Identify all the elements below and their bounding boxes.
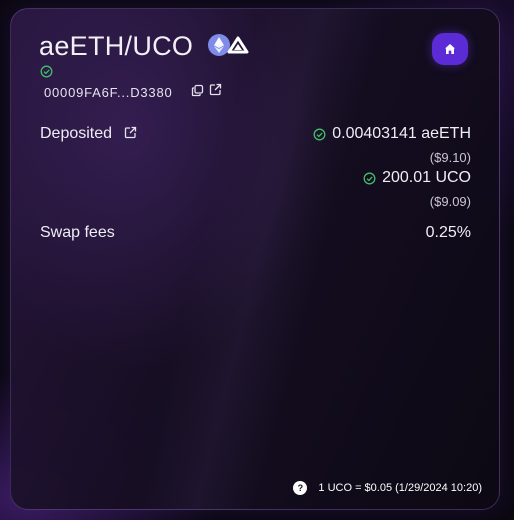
help-icon[interactable]: ? [293, 481, 308, 495]
copy-icon[interactable] [191, 84, 204, 97]
external-link-icon[interactable] [209, 83, 222, 96]
archethic-uco-icon [227, 36, 249, 54]
card-light-streak [135, 9, 387, 509]
pool-address: 00009FA6F...D3380 [44, 85, 173, 100]
deposited-token1-amount: 0.00403141 aeETH [332, 125, 471, 142]
verified-check-icon [40, 65, 53, 78]
pool-card: aeETH/UCO 00009FA6F...D3380 Deposited 0.… [10, 8, 500, 510]
deposited-token1: 0.00403141 aeETH [313, 125, 471, 143]
deposited-external-link-icon[interactable] [124, 126, 137, 139]
swap-fees-value: 0.25% [425, 224, 471, 241]
verified-check-icon [363, 172, 376, 184]
verified-check-icon [313, 128, 326, 140]
swap-fees-label: Swap fees [40, 224, 115, 241]
deposited-label: Deposited [40, 125, 113, 142]
deposited-token2: 200.01 UCO [363, 169, 471, 187]
home-icon [445, 44, 455, 54]
deposited-token2-amount: 200.01 UCO [382, 169, 471, 186]
deposited-token1-usd: ($9.10) [429, 150, 471, 165]
deposited-token2-usd: ($9.09) [429, 194, 471, 209]
price-footer: ? 1 UCO = $0.05 (1/29/2024 10:20) [293, 481, 482, 495]
pool-title: aeETH/UCO [39, 31, 194, 61]
home-button[interactable] [432, 33, 468, 65]
uco-price-text: 1 UCO = $0.05 (1/29/2024 10:20) [318, 482, 482, 494]
